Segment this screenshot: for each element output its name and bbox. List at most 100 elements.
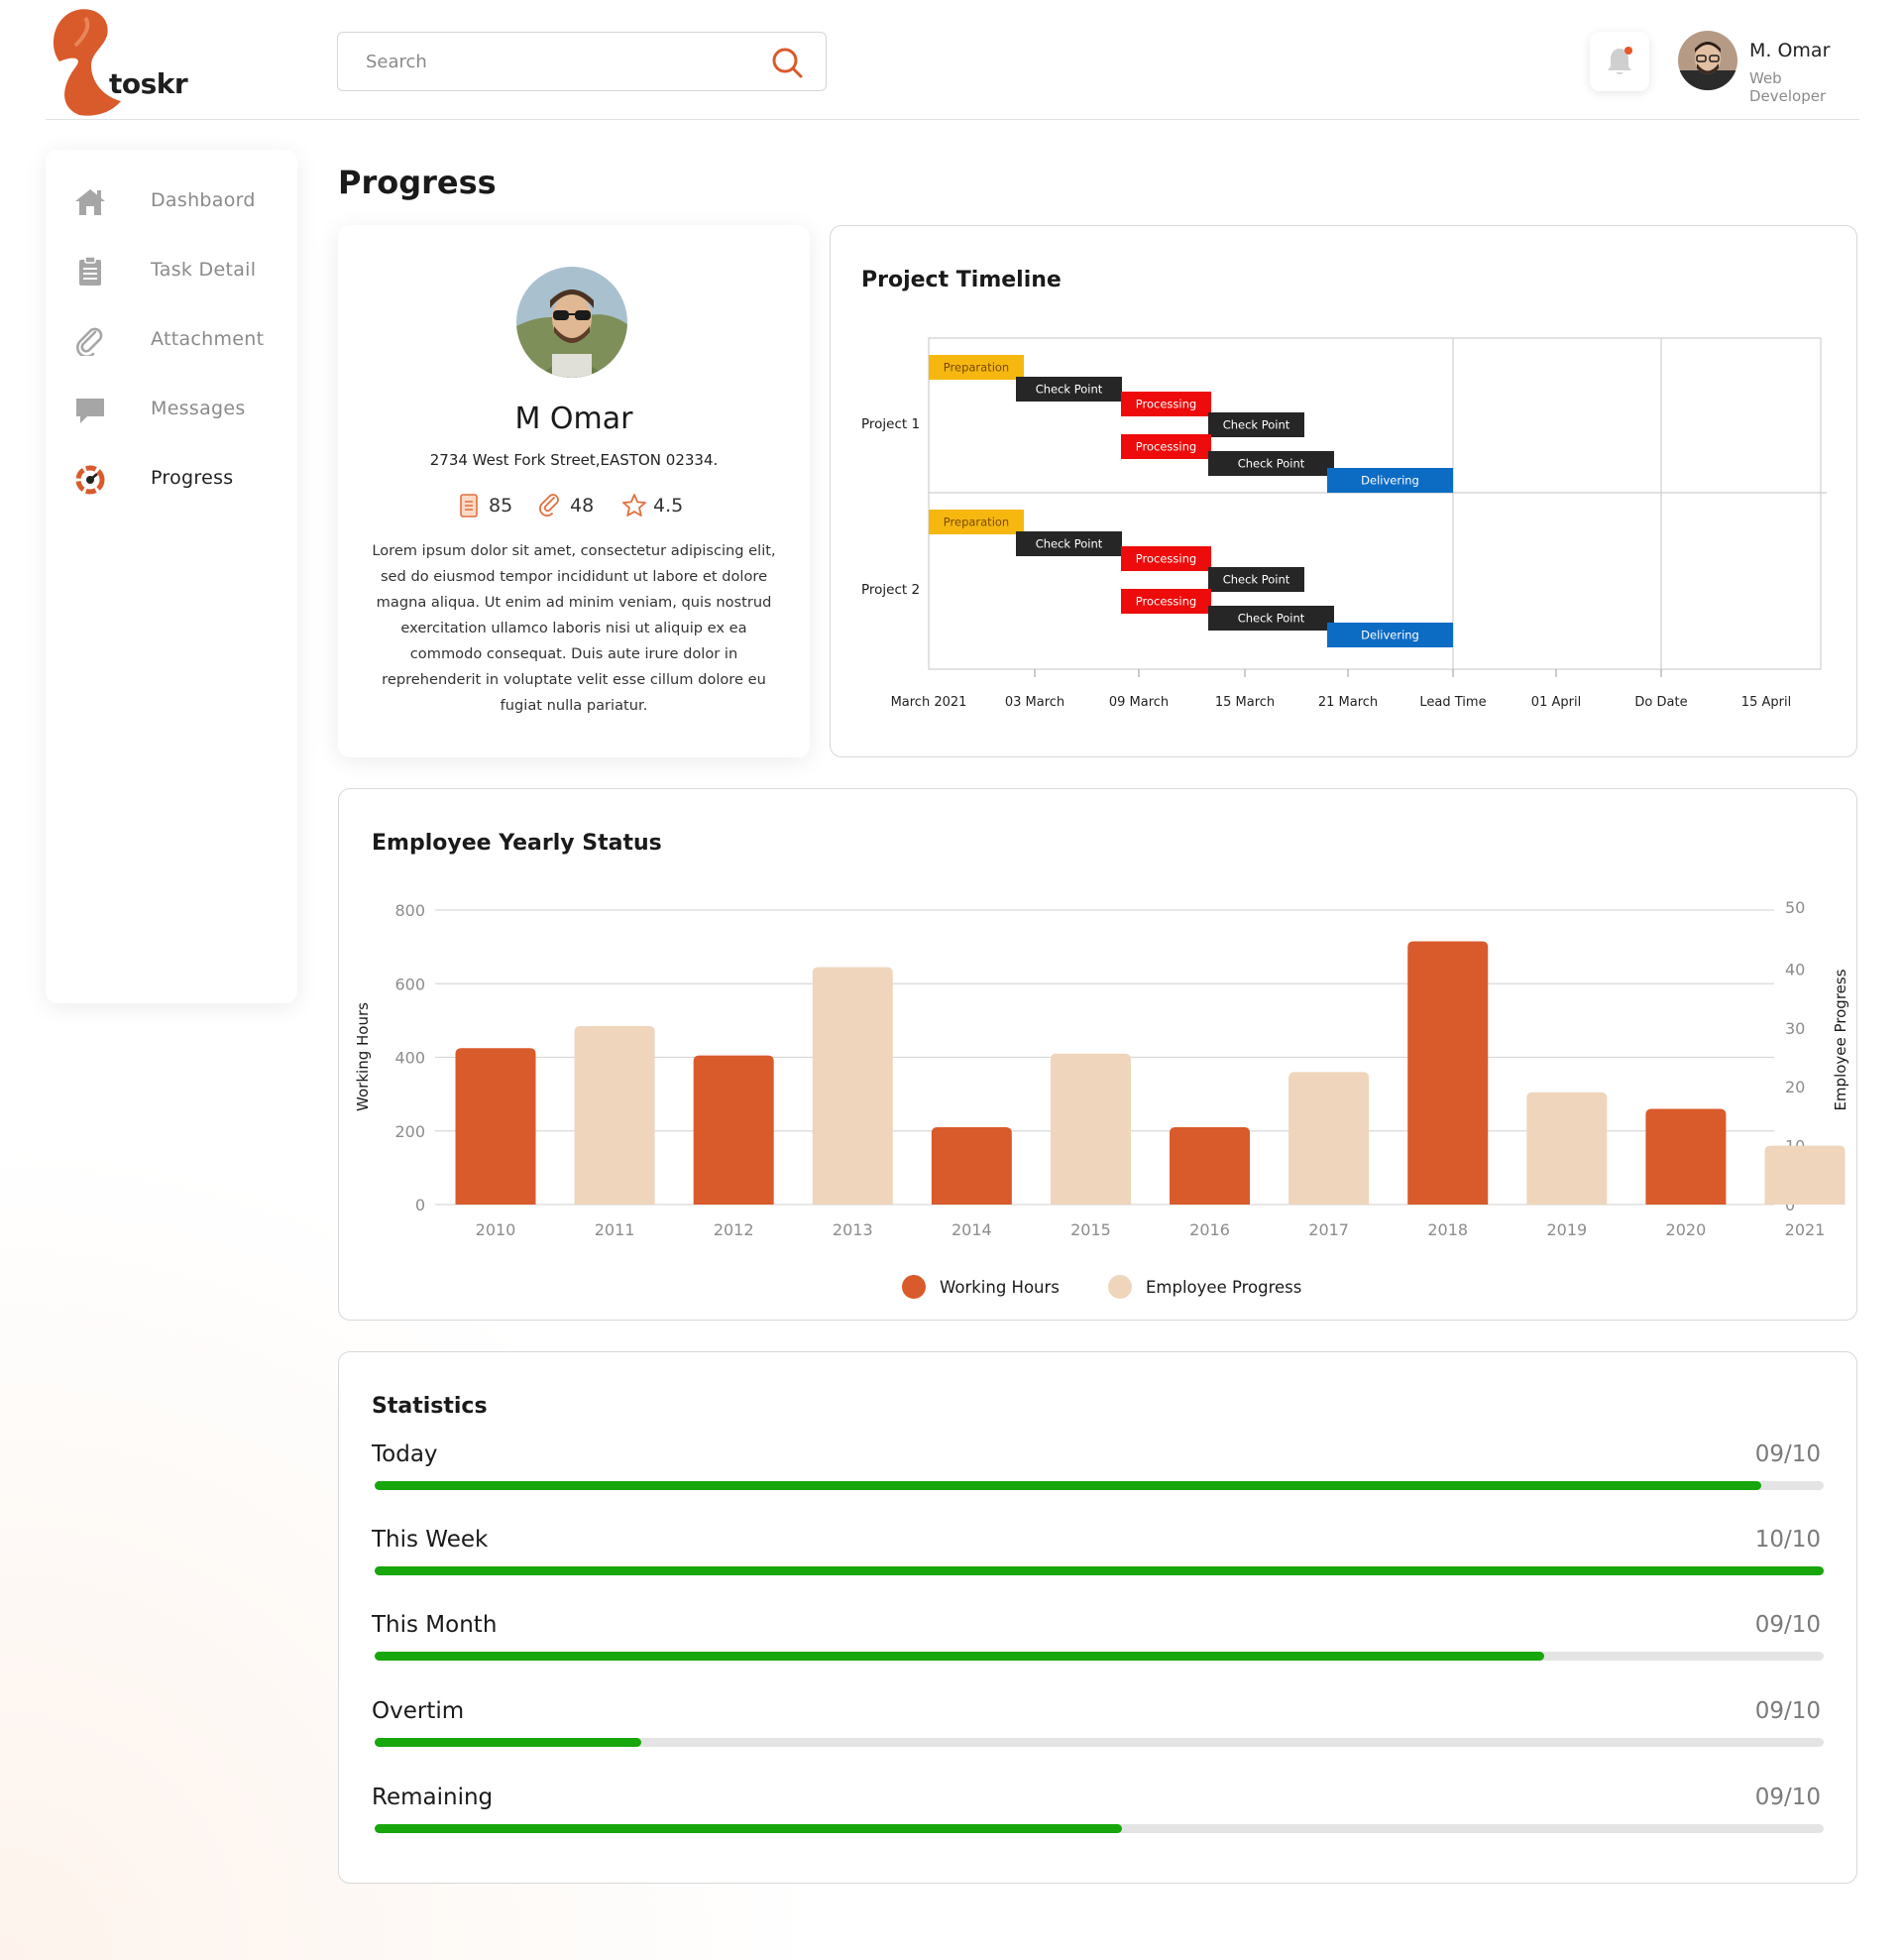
user-role: Web Developer — [1749, 69, 1827, 105]
user-name[interactable]: M. Omar — [1749, 40, 1830, 61]
timeline-task-label: Check Point — [1036, 537, 1103, 551]
star-icon — [622, 494, 646, 517]
profile-stats: 85 48 4.5 — [338, 491, 810, 520]
search-icon[interactable] — [770, 46, 804, 79]
bar-2019 — [1526, 1092, 1608, 1205]
progress-bar-track — [375, 1481, 1824, 1490]
y-axis-title: Working Hours — [354, 1002, 372, 1111]
y2-axis-tick-label: 50 — [1785, 898, 1805, 917]
notification-button[interactable] — [1590, 32, 1649, 91]
progress-icon — [75, 465, 105, 495]
progress-bar-track — [375, 1566, 1824, 1575]
bar-2015 — [1050, 1053, 1131, 1205]
x-axis-tick-label: 2019 — [1546, 1220, 1587, 1239]
x-axis-tick-label: 2013 — [833, 1220, 873, 1239]
progress-bar-track — [375, 1652, 1824, 1661]
user-avatar[interactable] — [1678, 31, 1737, 90]
x-axis-tick-label: 2016 — [1189, 1220, 1230, 1239]
sidebar-item-label: Messages — [151, 398, 246, 419]
progress-bar-fill — [375, 1481, 1762, 1490]
timeline-task-label: Processing — [1136, 552, 1196, 566]
timeline-task-label: Check Point — [1223, 573, 1290, 587]
project-timeline-chart: March 2021 03 March 09 March 15 March 21 Mar… — [861, 337, 1827, 710]
timeline-x-tick-label: 15 April — [1741, 695, 1791, 710]
sidebar-item-label: Dashbaord — [151, 189, 256, 211]
progress-bar-track — [375, 1738, 1824, 1747]
project-timeline-card: Project Timeline March 2021 03 March 09 Ma… — [830, 225, 1857, 757]
bar-2012 — [693, 1055, 774, 1205]
sidebar-item-task-detail[interactable]: Task Detail — [73, 251, 291, 290]
logo-mark-icon — [54, 9, 121, 116]
sidebar-item-attachment[interactable]: Attachment — [73, 320, 291, 360]
stat-value: 4.5 — [653, 495, 684, 517]
sidebar-item-progress[interactable]: Progress — [73, 459, 291, 499]
x-axis-tick-label: 2015 — [1070, 1220, 1111, 1239]
x-axis-tick-label: 2020 — [1666, 1220, 1707, 1239]
timeline-task-label: Check Point — [1223, 418, 1290, 432]
sidebar-item-messages[interactable]: Messages — [73, 390, 291, 429]
bar-2018 — [1407, 941, 1489, 1205]
clipboard-icon — [79, 257, 101, 286]
bar-2011 — [574, 1025, 655, 1205]
bar-2010 — [455, 1048, 536, 1205]
timeline-x-tick-label: March 2021 — [891, 695, 967, 710]
timeline-task-label: Processing — [1136, 398, 1196, 411]
statistics-row-label: This Week — [372, 1527, 489, 1553]
progress-bar-fill — [375, 1652, 1544, 1661]
sidebar-item-label: Attachment — [151, 328, 265, 350]
x-axis-tick-label: 2018 — [1427, 1220, 1468, 1239]
home-icon — [75, 189, 105, 215]
document-icon — [460, 494, 478, 518]
y-axis-tick-label: 0 — [415, 1196, 425, 1214]
statistics-row-label: This Month — [372, 1612, 498, 1638]
paperclip-icon — [76, 327, 103, 356]
y2-axis-tick-label: 40 — [1785, 960, 1805, 979]
timeline-x-tick-label: 15 March — [1215, 695, 1275, 710]
timeline-task-label: Check Point — [1036, 383, 1103, 397]
statistics-row-value: 10/10 — [1754, 1527, 1821, 1553]
x-axis-tick-label: 2014 — [952, 1220, 992, 1239]
statistics-row-value: 09/10 — [1754, 1441, 1821, 1467]
y2-axis-tick-label: 30 — [1785, 1019, 1805, 1038]
legend-label: Working Hours — [940, 1278, 1060, 1297]
page-title: Progress — [338, 164, 497, 201]
x-axis-tick-label: 2012 — [714, 1220, 754, 1239]
timeline-task-label: Delivering — [1361, 474, 1419, 488]
profile-photo — [516, 267, 627, 378]
bar-2017 — [1288, 1072, 1370, 1205]
y-axis-tick-label: 600 — [394, 975, 425, 993]
chat-icon — [76, 399, 104, 423]
app-logo[interactable]: toskr — [46, 6, 194, 117]
employee-yearly-status-card: Employee Yearly Status 02004006008000102… — [338, 788, 1857, 1321]
y-axis-tick-label: 800 — [394, 901, 425, 920]
search-input[interactable] — [366, 47, 742, 76]
statistics-title: Statistics — [372, 1394, 488, 1419]
statistics-row: Remaining 09/10 — [372, 1785, 1824, 1844]
timeline-x-tick-label: 03 March — [1005, 695, 1064, 710]
statistics-row-label: Overtim — [372, 1698, 465, 1724]
logo-text: toskr — [109, 67, 188, 100]
y2-axis-tick-label: 20 — [1785, 1078, 1805, 1096]
timeline-x-tick-label: 21 March — [1318, 695, 1378, 710]
statistics-card: Statistics Today 09/10 This Week 10/10 This … — [338, 1351, 1857, 1884]
progress-bar-fill — [375, 1738, 641, 1747]
timeline-x-tick-label: 09 March — [1109, 695, 1169, 710]
sidebar-item-dashboard[interactable]: Dashbaord — [73, 181, 291, 221]
progress-bar-track — [375, 1824, 1824, 1833]
statistics-row: Overtim 09/10 — [372, 1698, 1824, 1758]
stat-value: 85 — [489, 495, 513, 517]
statistics-row-label: Remaining — [372, 1785, 494, 1810]
bar-2021 — [1764, 1145, 1846, 1205]
statistics-row-value: 09/10 — [1754, 1612, 1821, 1638]
statistics-row: This Week 10/10 — [372, 1527, 1824, 1586]
progress-bar-fill — [375, 1566, 1824, 1575]
statistics-row: Today 09/10 — [372, 1441, 1824, 1501]
timeline-task-label: Processing — [1136, 440, 1196, 454]
top-header: toskr M. Omar Web Developer — [46, 0, 1859, 120]
x-axis-tick-label: 2017 — [1308, 1220, 1349, 1239]
timeline-x-tick-label: Do Date — [1634, 695, 1687, 710]
search-box[interactable] — [337, 32, 827, 91]
profile-photo-image — [516, 267, 627, 378]
statistics-row-value: 09/10 — [1754, 1785, 1821, 1810]
y2-axis-title: Employee Progress — [1832, 969, 1849, 1110]
